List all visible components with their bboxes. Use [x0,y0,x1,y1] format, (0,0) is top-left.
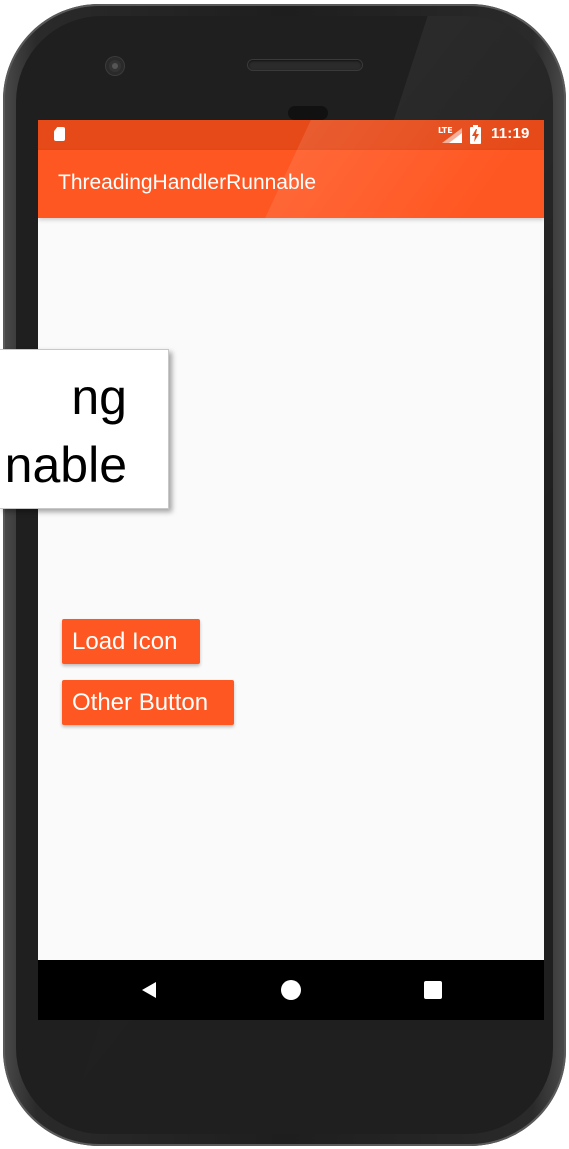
sd-card-icon [54,127,65,141]
home-icon[interactable] [281,980,301,1000]
recents-icon[interactable] [424,981,442,999]
front-camera-icon [106,57,124,75]
app-title: ThreadingHandlerRunnable [58,171,317,194]
back-icon[interactable] [140,981,158,999]
status-bar: LTE 11:19 [38,120,544,150]
callout-overlay: ng nable [0,349,169,509]
signal-icon [442,128,462,143]
other-button[interactable]: Other Button [62,680,234,725]
device-screen: LTE 11:19 ThreadingHandlerRunnable Load … [38,120,544,1020]
app-bar: ThreadingHandlerRunnable [38,150,544,218]
status-time: 11:19 [491,125,530,142]
proximity-sensor [288,106,328,120]
battery-charging-icon [470,125,481,144]
navigation-bar [38,960,544,1020]
callout-line-1: ng [71,369,127,425]
callout-line-2: nable [4,437,127,493]
load-icon-button[interactable]: Load Icon [62,619,200,664]
speaker-grill [248,60,362,70]
